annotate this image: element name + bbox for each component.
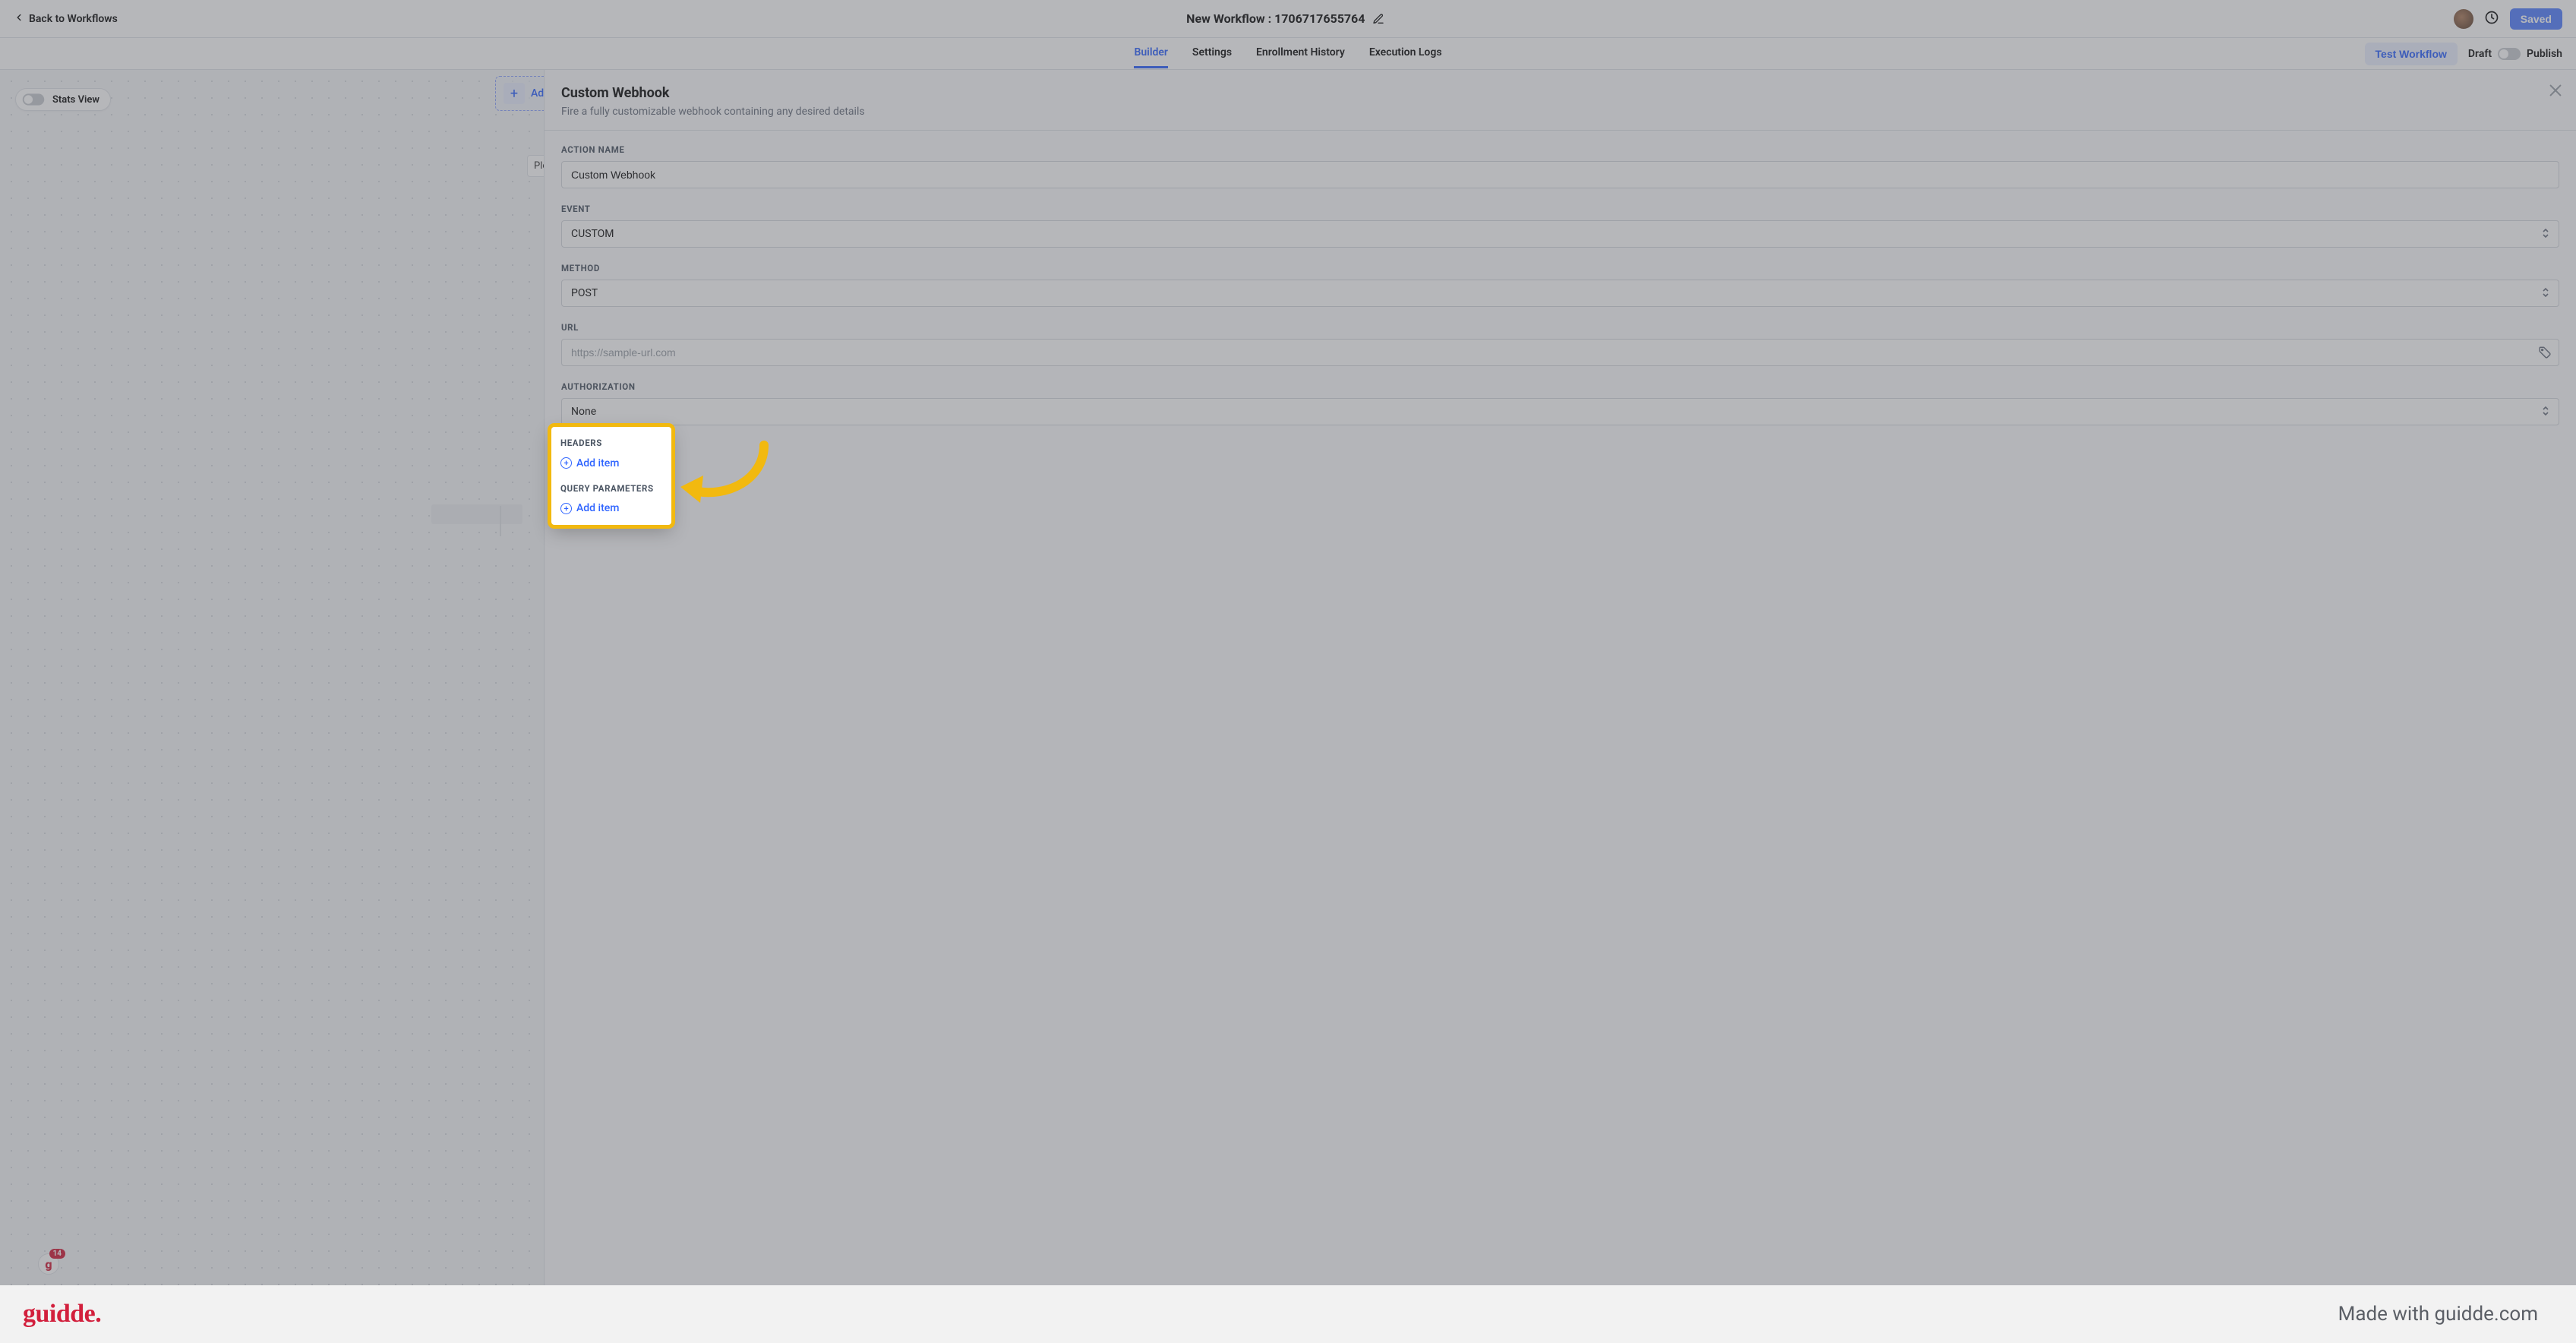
select-caret-icon (2542, 228, 2549, 241)
action-name-input[interactable] (561, 161, 2559, 188)
close-panel-icon[interactable] (2547, 82, 2564, 99)
url-label: URL (561, 322, 2559, 333)
highlight-headers-query: HEADERS + Add item QUERY PARAMETERS + Ad… (551, 427, 671, 525)
select-caret-icon (2542, 406, 2549, 419)
method-value: POST (571, 287, 598, 299)
guidde-logo: guidde. (23, 1300, 101, 1329)
panel-subtitle: Fire a fully customizable webhook contai… (561, 106, 2559, 118)
top-bar: Back to Workflows New Workflow : 1706717… (0, 0, 2576, 38)
history-icon[interactable] (2484, 10, 2499, 28)
tab-execution-logs[interactable]: Execution Logs (1369, 39, 1442, 68)
canvas-ghost-shape (431, 504, 522, 524)
workflow-title: New Workflow : 1706717655764 (1186, 11, 1365, 26)
tab-enrollment-history[interactable]: Enrollment History (1256, 39, 1345, 68)
guidde-footer: guidde. Made with guidde.com (0, 1285, 2576, 1343)
plus-circle-icon: + (560, 503, 572, 514)
stats-toggle[interactable] (23, 93, 45, 105)
plus-circle-icon: + (560, 457, 572, 469)
panel-title: Custom Webhook (561, 85, 2559, 101)
tab-builder[interactable]: Builder (1134, 39, 1167, 68)
stats-label: Stats View (52, 94, 99, 106)
action-name-label: ACTION NAME (561, 144, 2559, 155)
hl-query-add-item[interactable]: + Add item (560, 502, 619, 514)
user-avatar[interactable] (2454, 9, 2473, 29)
authorization-label: AUTHORIZATION (561, 381, 2559, 392)
event-select[interactable]: CUSTOM (561, 220, 2559, 248)
edit-title-icon[interactable] (1372, 13, 1384, 25)
chevron-left-icon (14, 12, 24, 26)
canvas-ghost-line (500, 506, 501, 536)
hl-headers-add-label: Add item (576, 457, 619, 469)
plus-icon: + (504, 83, 525, 104)
authorization-select[interactable]: None (561, 398, 2559, 425)
builder-canvas[interactable]: Stats View + Ad Ple Custom Webhook Fire … (0, 70, 2576, 1343)
tab-bar: Builder Settings Enrollment History Exec… (0, 38, 2576, 70)
footer-attribution: Made with guidde.com (2338, 1303, 2538, 1326)
hl-headers-add-item[interactable]: + Add item (560, 457, 619, 469)
tag-icon[interactable] (2538, 346, 2552, 359)
back-label: Back to Workflows (29, 13, 118, 25)
test-workflow-button[interactable]: Test Workflow (2365, 43, 2458, 65)
hl-query-label: QUERY PARAMETERS (560, 483, 662, 494)
event-label: EVENT (561, 204, 2559, 214)
event-value: CUSTOM (571, 228, 614, 240)
hl-query-add-label: Add item (576, 502, 619, 514)
method-label: METHOD (561, 263, 2559, 273)
tab-settings[interactable]: Settings (1192, 39, 1232, 68)
back-to-workflows-link[interactable]: Back to Workflows (14, 12, 118, 26)
hl-headers-label: HEADERS (560, 438, 662, 448)
authorization-value: None (571, 406, 596, 418)
url-input[interactable] (561, 339, 2559, 366)
action-config-panel: Custom Webhook Fire a fully customizable… (544, 70, 2576, 1343)
publish-toggle[interactable] (2498, 48, 2521, 60)
method-select[interactable]: POST (561, 280, 2559, 307)
guidde-widget-badge: 14 (49, 1249, 65, 1259)
guidde-widget[interactable]: g 14 (38, 1253, 61, 1276)
stats-view-pill[interactable]: Stats View (15, 88, 111, 111)
publish-label: Publish (2527, 48, 2562, 60)
headers-label: HEADERS (561, 441, 2559, 451)
query-label: QUERY PARAMETERS (561, 488, 2559, 498)
saved-button[interactable]: Saved (2510, 8, 2562, 30)
select-caret-icon (2542, 287, 2549, 300)
draft-label: Draft (2468, 48, 2492, 60)
add-trigger-label: Ad (531, 87, 544, 100)
